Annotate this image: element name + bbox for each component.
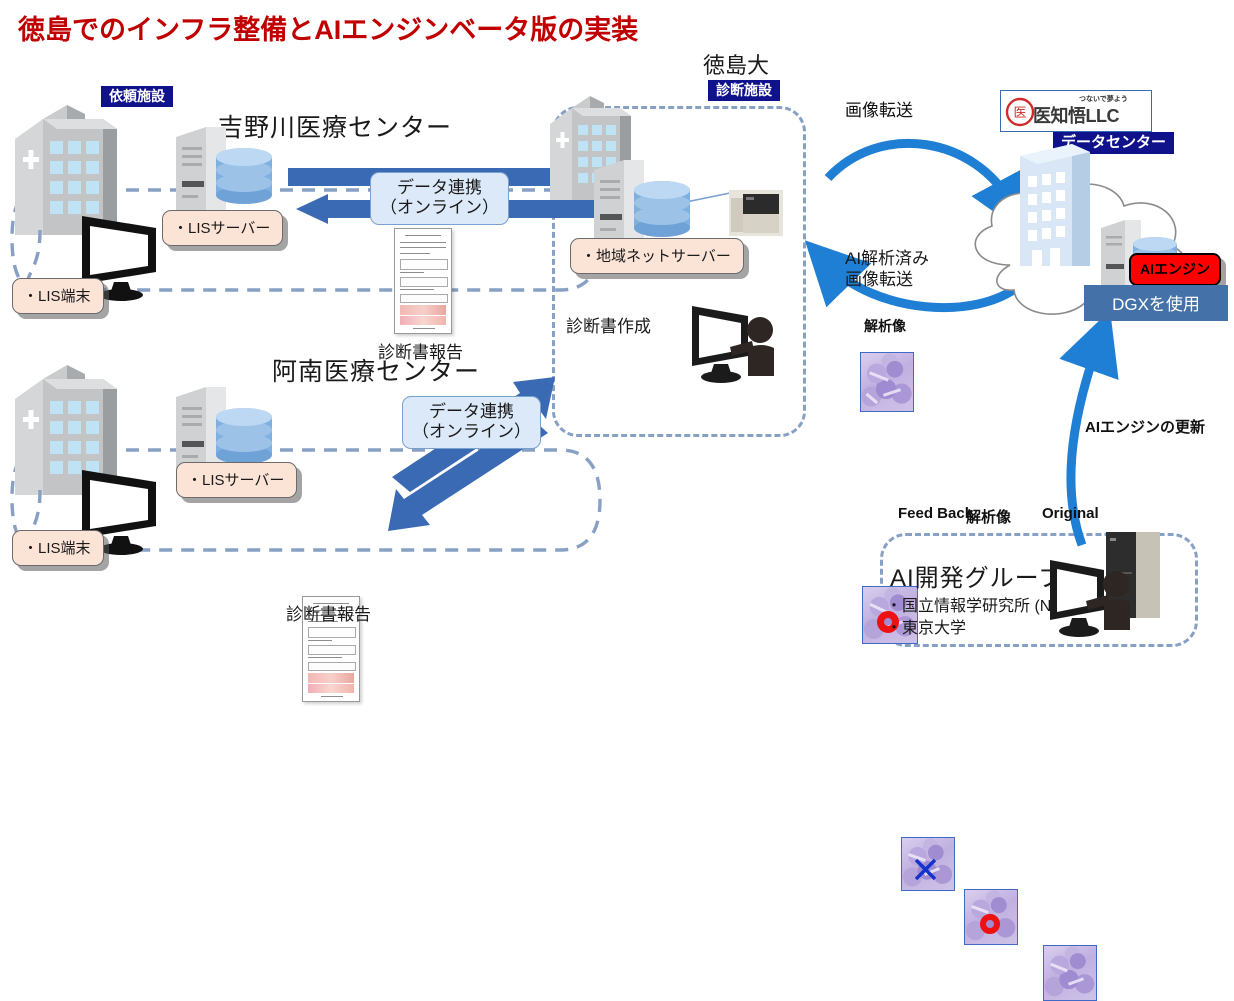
thumbnail-original xyxy=(1043,945,1097,1001)
ai-engine-badge: AIエンジン xyxy=(1129,253,1221,286)
page-title: 徳島でのインフラ整備とAIエンジンベータ版の実装 xyxy=(18,15,639,45)
ai-analyzed-line2: 画像転送 xyxy=(845,270,913,290)
thumbnail-feedback xyxy=(901,837,955,891)
datacenter-building-icon xyxy=(1020,144,1090,266)
anan-center-name: 阿南医療センター xyxy=(272,358,481,386)
thumbnail-feedback-label: Feed Back xyxy=(898,505,974,522)
data-link-line1-bottom: データ連携 xyxy=(429,402,514,421)
data-link-line1-top: データ連携 xyxy=(397,178,482,197)
ai-update-arrow xyxy=(1059,310,1119,547)
svg-text:医: 医 xyxy=(1013,105,1026,120)
thumbnail-original-label: Original xyxy=(1042,505,1099,522)
tokushima-univ-name: 徳島大 xyxy=(703,53,770,78)
regional-net-server-label: ・地域ネットサーバー xyxy=(570,238,744,274)
diagnostic-report-doc-top xyxy=(394,228,452,334)
ai-analyzed-caption: AI解析済み 画像転送 xyxy=(845,248,929,291)
analysis-thumbnail-label: 解析像 xyxy=(864,318,906,334)
lis-terminal-label-yoshinogawa: ・LIS端末 xyxy=(12,278,104,314)
lis-terminal-label-anan: ・LIS端末 xyxy=(12,530,104,566)
create-report-caption: 診断書作成 xyxy=(566,317,651,336)
lis-server-label-anan: ・LISサーバー xyxy=(176,462,298,498)
data-link-line2-bottom: （オンライン） xyxy=(412,422,531,442)
ai-group-member-nii: ・国立情報学研究所 (NII) xyxy=(886,598,1066,615)
dgx-bar: DGXを使用 xyxy=(1084,285,1228,321)
person-at-monitor-icon xyxy=(692,306,774,383)
ai-analyzed-line1: AI解析済み xyxy=(845,249,930,268)
lis-server-label-yoshinogawa: ・LISサーバー xyxy=(162,210,284,246)
ai-group-member-utokyo: ・東京大学 xyxy=(886,620,967,637)
ai-engine-update-caption: AIエンジンの更新 xyxy=(1085,419,1206,436)
image-transfer-caption: 画像転送 xyxy=(845,101,913,120)
thumbnail-analysis-label-ai: 解析像 xyxy=(966,509,1012,526)
diagram-canvas: 徳島でのインフラ整備とAIエンジンベータ版の実装 依頼施設 吉野川医療センター … xyxy=(0,0,1234,1001)
data-link-callout-bottom: データ連携 （オンライン） xyxy=(402,396,541,450)
analysis-marker-circle-ai xyxy=(980,914,1000,934)
data-link-line2-top: （オンライン） xyxy=(380,198,499,218)
ai-group-title: AI開発グループ xyxy=(890,565,1064,592)
pathology-thumbnail-transfer xyxy=(860,352,914,412)
izchigo-llc-logo: 医 つないで夢よう 医知悟LLC xyxy=(1000,90,1152,132)
slide-scanner-icon xyxy=(729,190,783,236)
diagnostic-facility-badge: 診断施設 xyxy=(708,80,780,101)
person-at-monitor-icon-ai xyxy=(1050,560,1130,637)
report-caption-bottom: 診断書報告 xyxy=(286,605,371,624)
thumbnail-analysis-ai xyxy=(964,889,1018,945)
feedback-x-mark-icon xyxy=(914,858,937,881)
data-link-callout-top: データ連携 （オンライン） xyxy=(370,172,509,226)
logo-name: 医知悟LLC xyxy=(1033,106,1120,126)
